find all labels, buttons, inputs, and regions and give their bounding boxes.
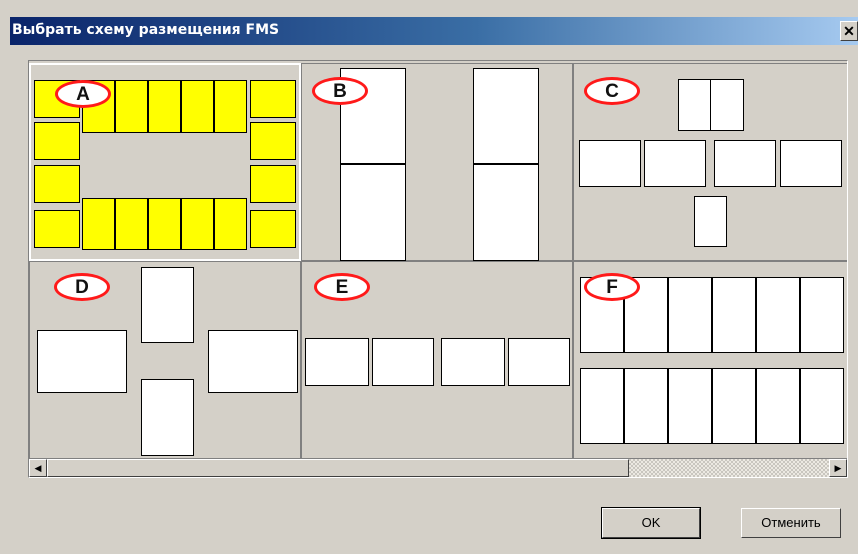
ok-button[interactable]: OK bbox=[601, 507, 701, 539]
layout-slot bbox=[37, 330, 127, 393]
layout-f-thumbnail[interactable]: F bbox=[573, 261, 847, 459]
layout-slot bbox=[148, 198, 181, 250]
layout-slot bbox=[668, 277, 712, 353]
layout-slot bbox=[34, 210, 80, 248]
layout-slot bbox=[800, 277, 844, 353]
close-icon: ✕ bbox=[843, 23, 855, 39]
layout-label: C bbox=[584, 77, 640, 105]
layout-slot bbox=[694, 196, 727, 247]
layout-slot bbox=[372, 338, 434, 386]
layout-slot bbox=[710, 79, 744, 131]
layout-slot bbox=[250, 165, 296, 203]
layout-slot bbox=[82, 198, 115, 250]
scroll-left-button[interactable]: ◀ bbox=[29, 459, 47, 477]
layout-slot bbox=[756, 368, 800, 444]
close-button[interactable]: ✕ bbox=[840, 21, 858, 41]
layout-label: E bbox=[314, 273, 370, 301]
layout-slot bbox=[250, 122, 296, 160]
layout-list[interactable]: A B C D E F ◀ ▶ bbox=[28, 60, 848, 478]
layout-slot bbox=[441, 338, 505, 386]
scroll-thumb[interactable] bbox=[47, 459, 629, 477]
arrow-left-icon: ◀ bbox=[34, 463, 42, 473]
layout-slot bbox=[305, 338, 369, 386]
layout-slot bbox=[250, 80, 296, 118]
layout-slot bbox=[214, 198, 247, 250]
layout-slot bbox=[473, 68, 539, 164]
arrow-right-icon: ▶ bbox=[834, 463, 842, 473]
layout-slot bbox=[181, 198, 214, 250]
layout-b-thumbnail[interactable]: B bbox=[301, 63, 573, 261]
layout-e-thumbnail[interactable]: E bbox=[301, 261, 573, 459]
layout-slot bbox=[580, 368, 624, 444]
layout-slot bbox=[579, 140, 641, 187]
layout-slot bbox=[115, 80, 148, 133]
layout-slot bbox=[340, 164, 406, 261]
layout-slot bbox=[141, 379, 194, 456]
layout-a-thumbnail[interactable]: A bbox=[29, 63, 301, 261]
layout-slot bbox=[34, 122, 80, 160]
layout-label: F bbox=[584, 273, 640, 301]
layout-slot bbox=[712, 368, 756, 444]
horizontal-scrollbar[interactable]: ◀ ▶ bbox=[29, 459, 847, 477]
window-title: Выбрать схему размещения FMS bbox=[12, 22, 280, 38]
layout-slot bbox=[800, 368, 844, 444]
layout-slot bbox=[250, 210, 296, 248]
layout-slot bbox=[644, 140, 706, 187]
layout-label: A bbox=[55, 80, 111, 108]
layout-slot bbox=[208, 330, 298, 393]
layout-slot bbox=[181, 80, 214, 133]
title-bar[interactable]: Выбрать схему размещения FMS ✕ bbox=[10, 17, 858, 45]
layout-slot bbox=[148, 80, 181, 133]
layout-label: B bbox=[312, 77, 368, 105]
layout-label: D bbox=[54, 273, 110, 301]
layout-slot bbox=[214, 80, 247, 133]
layout-slot bbox=[780, 140, 842, 187]
layout-slot bbox=[714, 140, 776, 187]
dialog-window: Выбрать схему размещения FMS ✕ A B C D E… bbox=[0, 0, 858, 554]
layout-slot bbox=[34, 165, 80, 203]
layout-slot bbox=[624, 368, 668, 444]
layout-slot bbox=[756, 277, 800, 353]
layout-slot bbox=[115, 198, 148, 250]
layout-slot bbox=[678, 79, 712, 131]
layout-c-thumbnail[interactable]: C bbox=[573, 63, 847, 261]
layout-slot bbox=[141, 267, 194, 343]
layout-d-thumbnail[interactable]: D bbox=[29, 261, 301, 459]
layout-slot bbox=[473, 164, 539, 261]
layout-slot bbox=[508, 338, 570, 386]
scroll-right-button[interactable]: ▶ bbox=[829, 459, 847, 477]
layout-slot bbox=[712, 277, 756, 353]
layout-slot bbox=[668, 368, 712, 444]
cancel-button[interactable]: Отменить bbox=[741, 508, 841, 538]
